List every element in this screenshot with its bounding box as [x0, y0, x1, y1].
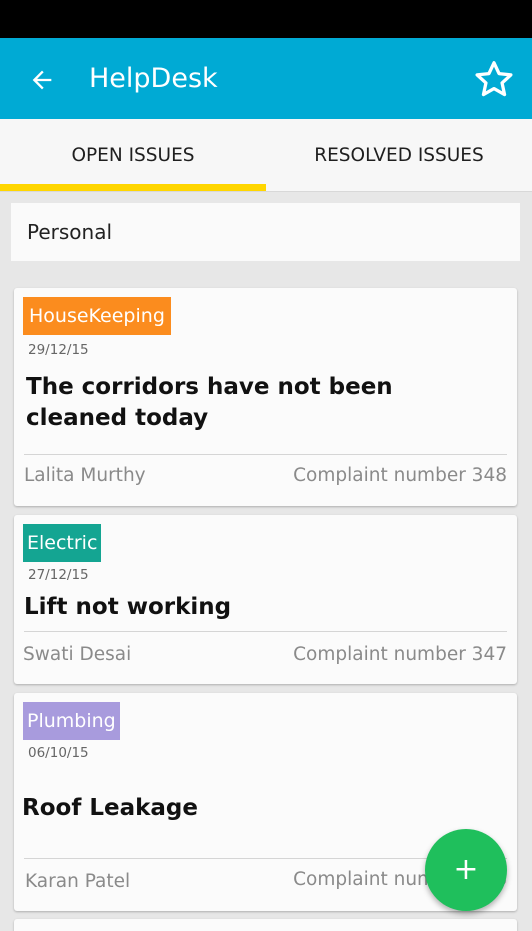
- issue-card[interactable]: Electric 27/12/15 Lift not working Swati…: [14, 515, 517, 684]
- tab-bar: OPEN ISSUES RESOLVED ISSUES: [0, 119, 532, 192]
- complaint-number: Complaint number 347: [293, 644, 507, 665]
- issue-date: 06/10/15: [28, 745, 89, 761]
- tab-resolved-issues[interactable]: RESOLVED ISSUES: [266, 119, 532, 192]
- issue-card[interactable]: HouseKeeping 29/12/15 The corridors have…: [14, 288, 517, 506]
- issue-title: The corridors have not been cleaned toda…: [26, 372, 426, 434]
- tab-open-issues[interactable]: OPEN ISSUES: [0, 119, 266, 192]
- add-issue-button[interactable]: +: [425, 829, 507, 911]
- category-tag: Electric: [23, 524, 102, 562]
- issue-author: Swati Desai: [23, 644, 132, 665]
- divider: [24, 631, 507, 632]
- arrow-left-icon: [32, 70, 52, 90]
- plus-icon: +: [453, 852, 479, 887]
- issue-title-line: cleaned today: [26, 405, 209, 431]
- issue-author: Karan Patel: [25, 871, 131, 892]
- category-tag: HouseKeeping: [23, 297, 171, 335]
- back-button[interactable]: [22, 60, 62, 100]
- app-title: HelpDesk: [89, 63, 218, 94]
- tab-indicator: [0, 184, 266, 191]
- issue-date: 27/12/15: [28, 567, 89, 583]
- issue-date: 29/12/15: [28, 342, 89, 358]
- status-bar: [0, 0, 532, 38]
- issue-title-line: Lift not working: [24, 594, 232, 620]
- filter-select[interactable]: Personal: [11, 203, 520, 261]
- divider: [24, 454, 507, 455]
- issue-author: Lalita Murthy: [24, 465, 146, 486]
- complaint-number: Complaint number 348: [293, 465, 507, 486]
- favorite-button[interactable]: [470, 56, 518, 104]
- issue-card[interactable]: [14, 919, 517, 931]
- issue-title: Lift not working: [24, 592, 424, 623]
- app-bar: HelpDesk: [0, 38, 532, 119]
- star-outline-icon: [475, 61, 513, 97]
- issue-title-line: Roof Leakage: [22, 795, 198, 821]
- issue-title-line: The corridors have not been: [26, 374, 393, 400]
- issue-title: Roof Leakage: [22, 793, 422, 824]
- category-tag: Plumbing: [23, 702, 120, 740]
